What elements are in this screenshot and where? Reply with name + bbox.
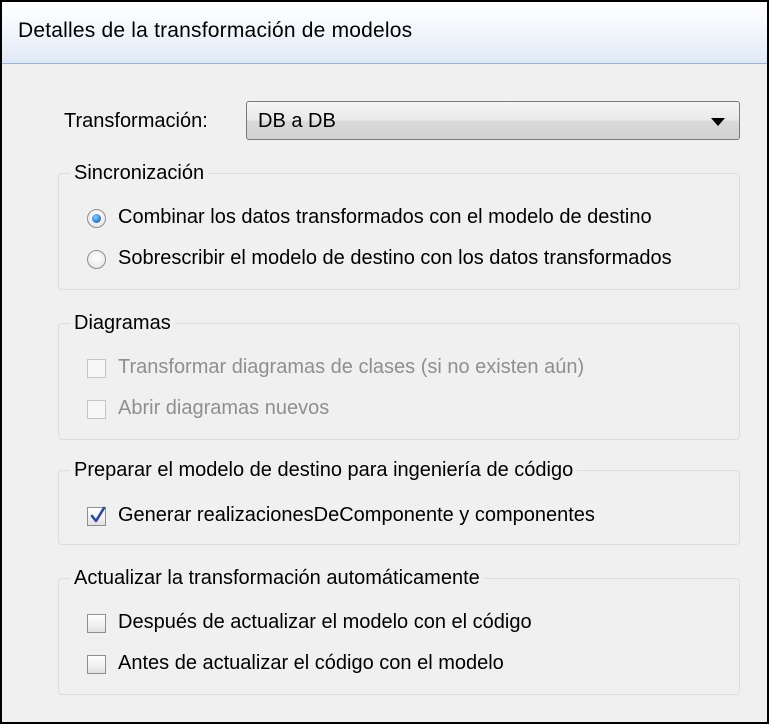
- merge-radio[interactable]: [87, 209, 106, 228]
- open-new-diagrams-checkbox: [87, 400, 106, 419]
- transformation-selected-value: DB a DB: [258, 110, 336, 132]
- after-update-model-label[interactable]: Después de actualizar el modelo con el c…: [118, 611, 532, 634]
- checkmark-icon: [90, 506, 106, 523]
- sync-group: [58, 173, 740, 290]
- auto-update-group: [58, 578, 740, 695]
- diagrams-legend: Diagramas: [70, 312, 175, 335]
- transform-class-diagrams-label: Transformar diagramas de clases (si no e…: [118, 356, 585, 378]
- generate-components-checkbox[interactable]: [87, 506, 106, 526]
- generate-components-label[interactable]: Generar realizacionesDeComponente y comp…: [118, 504, 595, 527]
- panel-header: Detalles de la transformación de modelos: [2, 2, 767, 64]
- panel-title: Detalles de la transformación de modelos: [18, 19, 413, 42]
- transform-class-diagrams-checkbox: [87, 359, 106, 378]
- before-update-code-checkbox[interactable]: [87, 655, 106, 674]
- transformation-dropdown[interactable]: DB a DB: [246, 101, 740, 140]
- overwrite-radio[interactable]: [87, 250, 106, 269]
- open-new-diagrams-label: Abrir diagramas nuevos: [118, 397, 330, 419]
- dropdown-arrow-icon[interactable]: [711, 118, 725, 126]
- model-transformation-details-panel: Detalles de la transformación de modelos…: [0, 0, 769, 724]
- overwrite-radio-label[interactable]: Sobrescribir el modelo de destino con lo…: [118, 247, 672, 270]
- transformation-label: Transformación:: [64, 110, 208, 132]
- after-update-model-checkbox[interactable]: [87, 614, 106, 633]
- diagrams-group: [58, 323, 740, 440]
- merge-radio-label[interactable]: Combinar los datos transformados con el …: [118, 206, 652, 229]
- sync-legend: Sincronización: [70, 162, 209, 185]
- before-update-code-label[interactable]: Antes de actualizar el código con el mod…: [118, 652, 504, 675]
- prepare-target-legend: Preparar el modelo de destino para ingen…: [70, 459, 578, 482]
- auto-update-legend: Actualizar la transformación automáticam…: [70, 567, 484, 590]
